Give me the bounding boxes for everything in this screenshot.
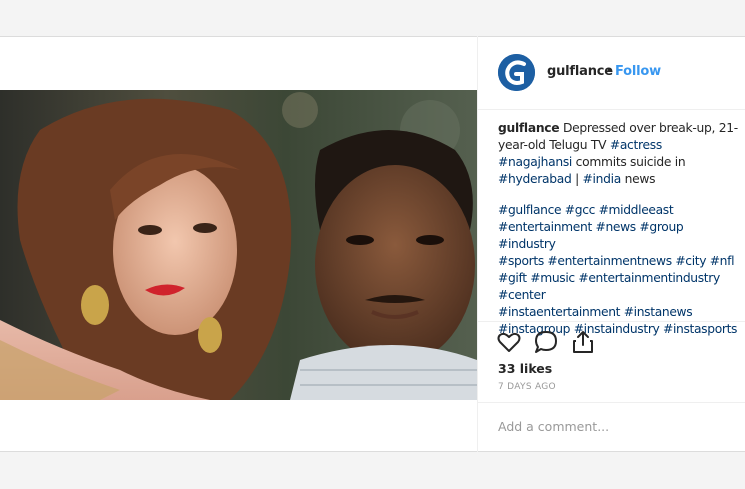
comment-input[interactable]: Add a comment... [498, 419, 609, 434]
comment-button[interactable] [533, 329, 559, 355]
hashtag-list: #gulflance #gcc #middleeast #entertainme… [498, 202, 743, 338]
hashtag-india[interactable]: #india [583, 172, 622, 186]
hashtag-nagajhansi[interactable]: #nagajhansi [498, 155, 572, 169]
gulflance-logo-icon [498, 54, 535, 91]
page-bottom-area [0, 452, 745, 489]
caption-text-2: commits suicide in [575, 155, 686, 169]
username-link[interactable]: gulflance [547, 64, 613, 79]
share-button[interactable] [570, 329, 596, 355]
post-photo[interactable] [0, 90, 477, 400]
likes-count[interactable]: 33 likes [498, 361, 552, 376]
separator-dot: • [606, 64, 614, 78]
hashtag-line[interactable]: #entertainment #news #group #industry [498, 219, 743, 253]
share-icon [573, 331, 593, 353]
comment-bubble-icon [535, 331, 557, 353]
like-button[interactable] [496, 329, 522, 355]
hashtag-line[interactable]: #center [498, 287, 743, 304]
follow-button[interactable]: Follow [615, 64, 661, 79]
hashtag-hyderabad[interactable]: #hyderabad [498, 172, 572, 186]
hashtag-actress[interactable]: #actress [610, 138, 662, 152]
actions-divider [478, 321, 745, 322]
caption-username[interactable]: gulflance [498, 121, 560, 135]
hashtag-line[interactable]: #gulflance #gcc #middleeast [498, 202, 743, 219]
heart-icon [497, 332, 521, 352]
post-caption: gulflance Depressed over break-up, 21-ye… [498, 120, 738, 188]
hashtag-line[interactable]: #sports #entertainmentnews #city #nfl [498, 253, 743, 270]
avatar[interactable] [498, 54, 535, 91]
post-timestamp[interactable]: 7 DAYS AGO [498, 382, 556, 392]
post-header: gulflance • Follow [478, 36, 745, 110]
comment-divider [478, 402, 745, 403]
hashtag-line[interactable]: #gift #music #entertainmentindustry [498, 270, 743, 287]
caption-text-3: | [575, 172, 579, 186]
caption-text-4: news [624, 172, 656, 186]
post-side-panel: gulflance • Follow gulflance Depressed o… [477, 36, 745, 452]
hashtag-line[interactable]: #instaentertainment #instanews [498, 304, 743, 321]
page-top-area [0, 0, 745, 36]
